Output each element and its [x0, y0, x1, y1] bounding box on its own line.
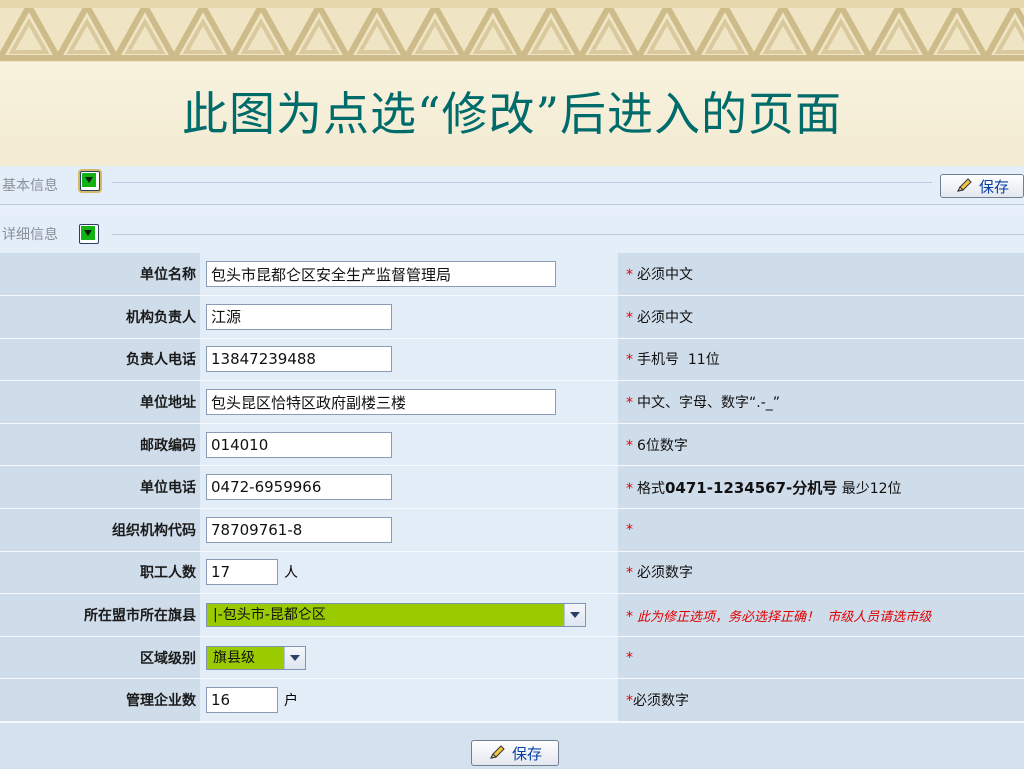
required-marker: *: [626, 480, 633, 497]
region-select[interactable]: |-包头市-昆都仑区: [206, 603, 586, 628]
area-level-value: 旗县级: [207, 646, 284, 669]
save-label: 保存: [978, 177, 1009, 196]
form-row: 机构负责人 *必须中文: [0, 295, 1024, 339]
region-select-value: |-包头市-昆都仑区: [207, 604, 564, 627]
detail-form-table: 单位名称 *必须中文 机构负责人 *必须中文 负责人电话 *手机号 11位 单位…: [0, 253, 1024, 723]
form-row: 单位地址 *中文、字母、数字“.-_”: [0, 380, 1024, 424]
field-label: 区域级别: [0, 636, 200, 680]
form-row: 区域级别 旗县级 *: [0, 636, 1024, 680]
manager-phone-input[interactable]: [206, 346, 392, 373]
required-marker: *: [626, 395, 633, 412]
required-marker: *: [626, 521, 633, 538]
save-button-top[interactable]: 保存: [940, 174, 1024, 198]
section-basic-label: 基本信息: [2, 178, 58, 194]
decorative-pattern-band: [0, 0, 1024, 62]
form-footer: 保存: [0, 722, 1024, 769]
field-hint: 格式: [637, 480, 665, 497]
unit-label: 户: [284, 693, 298, 710]
section-basic-info: 基本信息 保存: [0, 166, 1024, 204]
field-label: 管理企业数: [0, 678, 200, 723]
field-label: 单位电话: [0, 465, 200, 510]
form-row: 单位电话 *格式0471-1234567-分机号 最少12位: [0, 465, 1024, 510]
field-hint: 必须数字: [633, 693, 689, 710]
section-divider: [112, 234, 1024, 235]
required-marker: *: [626, 608, 633, 625]
field-label: 单位名称: [0, 253, 200, 297]
slide-title: 此图为点选“修改”后进入的页面: [181, 87, 843, 141]
address-input[interactable]: [206, 389, 556, 416]
pencil-icon: [957, 178, 972, 192]
required-marker: *: [626, 437, 633, 454]
manager-input[interactable]: [206, 303, 392, 330]
field-label: 所在盟市所在旗县: [0, 593, 200, 637]
field-label: 负责人电话: [0, 338, 200, 382]
unit-name-input[interactable]: [206, 261, 556, 288]
form-row: 管理企业数 户 *必须数字: [0, 678, 1024, 723]
section-separator: [0, 204, 1024, 205]
field-hint-format: 0471-1234567-分机号: [665, 478, 838, 497]
field-hint: 手机号 11位: [637, 352, 720, 369]
field-hint: 必须中文: [637, 309, 693, 326]
chevron-down-icon[interactable]: [284, 646, 305, 669]
save-button-bottom[interactable]: 保存: [471, 740, 559, 766]
field-label: 组织机构代码: [0, 508, 200, 552]
form-row: 负责人电话 *手机号 11位: [0, 338, 1024, 382]
save-label: 保存: [511, 744, 542, 763]
postcode-input[interactable]: [206, 431, 392, 458]
field-hint: 中文、字母、数字“.-_”: [637, 395, 781, 412]
correction-warning: 此为修正选项，务必选择正确！ 市级人员请选市级: [637, 609, 932, 625]
field-label: 单位地址: [0, 380, 200, 424]
unit-label: 人: [284, 565, 298, 582]
form-row: 所在盟市所在旗县 |-包头市-昆都仑区 * 此为修正选项，务必选择正确！ 市级人员…: [0, 593, 1024, 637]
expand-toggle-icon[interactable]: [80, 171, 100, 191]
required-marker: *: [626, 267, 633, 284]
required-marker: *: [626, 309, 633, 326]
required-marker: *: [626, 693, 633, 710]
field-label: 机构负责人: [0, 295, 200, 339]
form-row: 组织机构代码 *: [0, 508, 1024, 552]
area-level-select[interactable]: 旗县级: [206, 645, 306, 670]
field-hint: 6位数字: [637, 437, 688, 454]
org-code-input[interactable]: [206, 516, 392, 543]
field-hint: 必须数字: [637, 565, 693, 582]
required-marker: *: [626, 565, 633, 582]
field-label: 职工人数: [0, 551, 200, 595]
form-row: 职工人数 人 *必须数字: [0, 551, 1024, 595]
field-label: 邮政编码: [0, 423, 200, 467]
chevron-down-icon[interactable]: [564, 604, 585, 627]
section-detail-label: 详细信息: [2, 227, 58, 243]
field-hint: 最少12位: [837, 480, 902, 497]
unit-phone-input[interactable]: [206, 474, 392, 501]
field-hint: 必须中文: [637, 267, 693, 284]
expand-toggle-icon[interactable]: [79, 224, 99, 244]
required-marker: *: [626, 352, 633, 369]
staff-count-input[interactable]: [206, 559, 278, 586]
section-divider: [112, 182, 932, 183]
pencil-icon: [490, 745, 505, 759]
section-detail-info: 详细信息: [0, 215, 1024, 253]
required-marker: *: [626, 649, 633, 666]
managed-enterprises-input[interactable]: [206, 687, 278, 714]
form-row: 单位名称 *必须中文: [0, 253, 1024, 297]
form-row: 邮政编码 *6位数字: [0, 423, 1024, 467]
